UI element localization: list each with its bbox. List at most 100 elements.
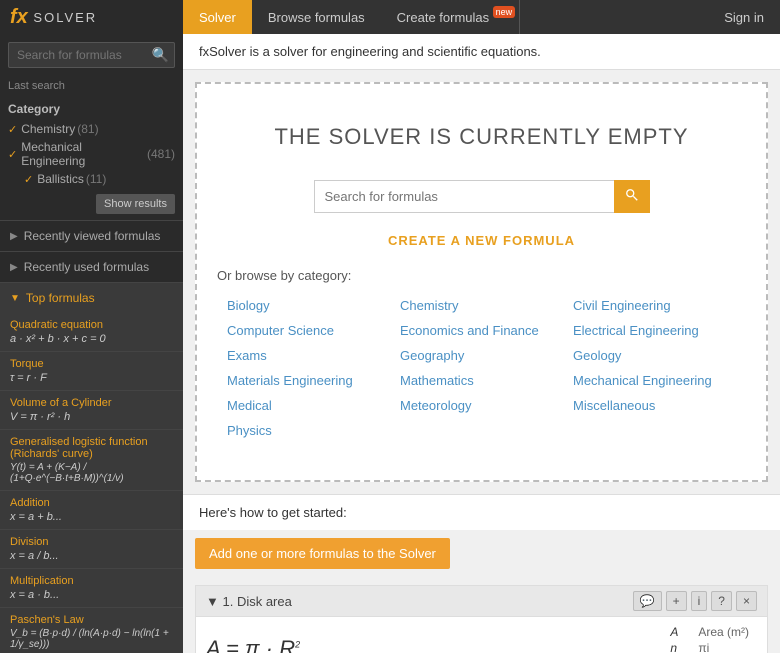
main-layout: 🔍 Last search Category ✓ Chemistry (81) … (0, 34, 780, 653)
add-formula-button[interactable]: Add one or more formulas to the Solver (195, 538, 450, 569)
show-results-button[interactable]: Show results (96, 194, 175, 214)
disk-var-name-n: n (670, 641, 690, 653)
disk-area: ▼ 1. Disk area 💬 + i ? × A = π · R2 A (195, 585, 768, 653)
nav-divider (519, 0, 520, 34)
logo-area: fx SOLVER (0, 0, 183, 34)
category-item-mechanical[interactable]: ✓ Mechanical Engineering (481) (0, 138, 183, 170)
formula-eq-cylinder: V = π · r² · h (10, 411, 173, 423)
category-link-geology[interactable]: Geology (573, 345, 736, 366)
disk-area-title: ▼ 1. Disk area (206, 594, 633, 609)
recently-viewed-label: Recently viewed formulas (24, 229, 161, 243)
fxsolver-description: fxSolver is a solver for engineering and… (183, 34, 780, 70)
formula-item-cylinder[interactable]: Volume of a Cylinder V = π · r² · h (0, 391, 183, 430)
formula-title-division: Division (10, 536, 173, 548)
category-link-geography[interactable]: Geography (400, 345, 563, 366)
disk-area-number: ▼ (206, 594, 222, 609)
formula-item-logistic[interactable]: Generalised logistic function (Richards'… (0, 430, 183, 491)
disk-formula-equation: A = π · R2 (206, 636, 650, 653)
disk-comment-button[interactable]: 💬 (633, 591, 662, 611)
search-icon-main (625, 188, 639, 202)
category-item-chemistry[interactable]: ✓ Chemistry (81) (0, 120, 183, 138)
category-count-chemistry: (81) (77, 122, 98, 136)
add-formula-wrap: Add one or more formulas to the Solver (183, 530, 780, 581)
disk-var-n: n πi (670, 641, 757, 653)
disk-var-name-A: A (670, 625, 690, 639)
formula-item-multiplication[interactable]: Multiplication x = a · b... (0, 569, 183, 608)
category-count-mechanical: (481) (147, 147, 175, 161)
category-link-medical[interactable]: Medical (227, 395, 390, 416)
category-item-ballistics[interactable]: ✓ Ballistics (11) (0, 170, 183, 188)
formula-title-cylinder: Volume of a Cylinder (10, 397, 173, 409)
category-link-biology[interactable]: Biology (227, 295, 390, 316)
formula-title-paschen: Paschen's Law (10, 614, 173, 626)
category-link-electrical-engineering[interactable]: Electrical Engineering (573, 320, 736, 341)
sidebar-search-wrap: 🔍 (0, 34, 183, 76)
disk-var-A: A Area (m²) (670, 625, 757, 639)
formula-eq-division: x = a / b... (10, 550, 173, 562)
top-formulas-label: Top formulas (26, 291, 95, 305)
disk-var-desc-A: Area (m²) (698, 625, 749, 639)
formula-title-torque: Torque (10, 358, 173, 370)
formula-item-quadratic[interactable]: Quadratic equation a · x² + b · x + c = … (0, 313, 183, 352)
search-icon: 🔍 (152, 47, 169, 64)
disk-formula-row: A = π · R2 A Area (m²) n πi R Radius (m) (196, 617, 767, 653)
formula-title-multiplication: Multiplication (10, 575, 173, 587)
formula-search-input[interactable] (314, 180, 614, 213)
formula-title-quadratic: Quadratic equation (10, 319, 173, 331)
recently-viewed-header[interactable]: ▶ Recently viewed formulas (0, 221, 183, 251)
formula-item-division[interactable]: Division x = a / b... (0, 530, 183, 569)
disk-area-actions: 💬 + i ? × (633, 591, 757, 611)
tab-create-formulas[interactable]: Create formulas new (381, 0, 519, 34)
formula-eq-torque: τ = r · F (10, 372, 173, 384)
disk-area-header: ▼ 1. Disk area 💬 + i ? × (196, 586, 767, 617)
disk-help-button[interactable]: ? (711, 591, 732, 611)
logo-fx: fx (10, 6, 28, 29)
category-label-ballistics: Ballistics (37, 172, 84, 186)
category-link-chemistry[interactable]: Chemistry (400, 295, 563, 316)
nav-tabs: Solver Browse formulas Create formulas n… (183, 0, 519, 34)
category-grid: Biology Chemistry Civil Engineering Comp… (217, 295, 746, 441)
solver-empty-title: THE SOLVER IS CURRENTLY EMPTY (217, 124, 746, 150)
category-link-computer-science[interactable]: Computer Science (227, 320, 390, 341)
sidebar-section-recently-viewed: ▶ Recently viewed formulas (0, 220, 183, 251)
browse-category-label: Or browse by category: (217, 268, 746, 283)
formula-eq-quadratic: a · x² + b · x + c = 0 (10, 333, 173, 345)
disk-var-desc-n: πi (698, 641, 709, 653)
category-link-exams[interactable]: Exams (227, 345, 390, 366)
recently-used-header[interactable]: ▶ Recently used formulas (0, 252, 183, 282)
formula-title-logistic: Generalised logistic function (Richards'… (10, 436, 173, 460)
check-chemistry: ✓ (8, 123, 17, 136)
sidebar-search-input[interactable] (8, 42, 175, 68)
category-link-miscellaneous[interactable]: Miscellaneous (573, 395, 736, 416)
formula-eq-addition: x = a + b... (10, 511, 173, 523)
top-formulas-header[interactable]: ▼ Top formulas (0, 283, 183, 313)
formula-search-button[interactable] (614, 180, 650, 213)
create-formula-link[interactable]: CREATE A NEW FORMULA (217, 233, 746, 248)
disk-area-name: 1. Disk area (222, 594, 291, 609)
top-nav: fx SOLVER Solver Browse formulas Create … (0, 0, 780, 34)
category-link-physics[interactable]: Physics (227, 420, 390, 441)
category-link-civil-engineering[interactable]: Civil Engineering (573, 295, 736, 316)
disk-add-button[interactable]: + (666, 591, 687, 611)
category-link-economics[interactable]: Economics and Finance (400, 320, 563, 341)
disk-close-button[interactable]: × (736, 591, 757, 611)
formula-eq-paschen: V_b = (B·p·d) / (ln(A·p·d) − ln(ln(1 + 1… (10, 628, 173, 650)
sidebar-section-top-formulas: ▼ Top formulas Quadratic equation a · x²… (0, 282, 183, 653)
category-link-meteorology[interactable]: Meteorology (400, 395, 563, 416)
arrow-icon2: ▶ (10, 262, 18, 273)
formula-item-addition[interactable]: Addition x = a + b... (0, 491, 183, 530)
tab-browse-formulas[interactable]: Browse formulas (252, 0, 381, 34)
signin-button[interactable]: Sign in (708, 10, 780, 25)
disk-info-button[interactable]: i (691, 591, 708, 611)
solver-main: THE SOLVER IS CURRENTLY EMPTY CREATE A N… (195, 82, 768, 482)
category-link-mathematics[interactable]: Mathematics (400, 370, 563, 391)
arrow-icon3: ▼ (10, 293, 20, 304)
category-link-mechanical[interactable]: Mechanical Engineering (573, 370, 736, 391)
category-label-chemistry: Chemistry (21, 122, 75, 136)
category-link-materials[interactable]: Materials Engineering (227, 370, 390, 391)
tab-solver[interactable]: Solver (183, 0, 252, 34)
check-ballistics: ✓ (24, 173, 33, 186)
formula-item-paschen[interactable]: Paschen's Law V_b = (B·p·d) / (ln(A·p·d)… (0, 608, 183, 653)
formula-item-torque[interactable]: Torque τ = r · F (0, 352, 183, 391)
logo-solver: SOLVER (28, 10, 97, 25)
